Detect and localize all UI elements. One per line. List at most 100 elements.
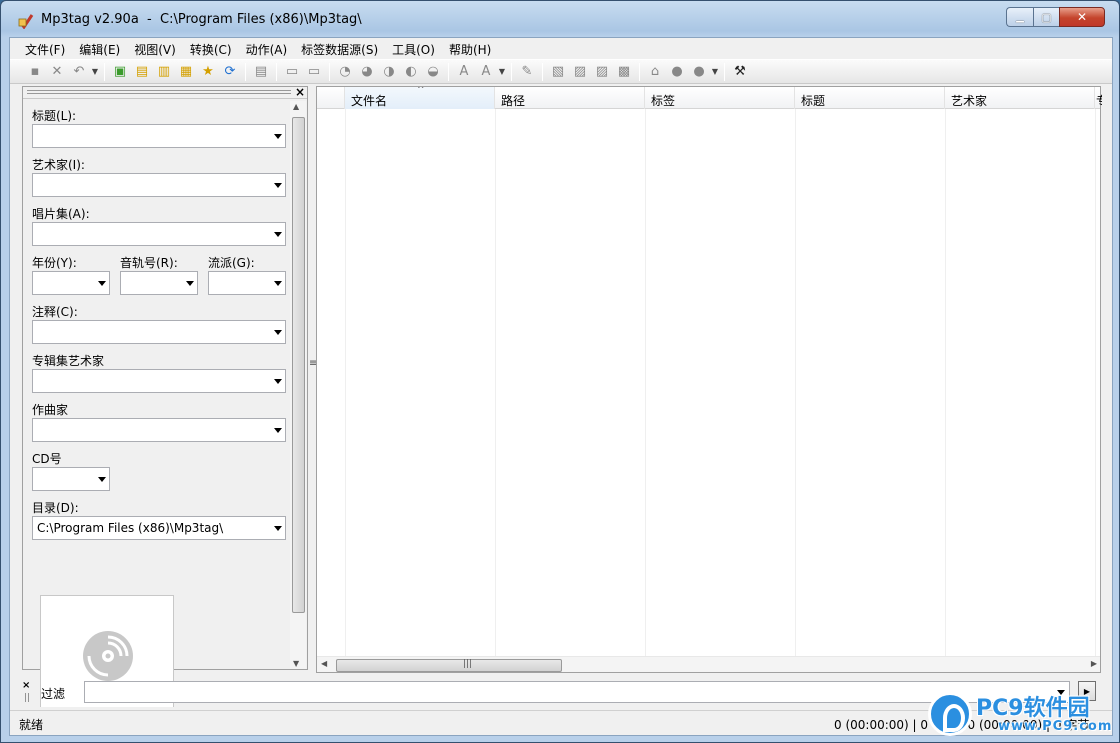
menu-file[interactable]: 文件(F) — [18, 38, 72, 58]
chevron-down-icon[interactable] — [98, 281, 106, 286]
amazon-icon[interactable]: ● — [666, 62, 688, 82]
genre-field[interactable] — [208, 271, 286, 295]
album-artist-field[interactable] — [32, 369, 286, 393]
sources-dropdown-icon[interactable]: ▼ — [710, 67, 720, 76]
tag-to-tag-icon[interactable]: ◐ — [400, 62, 422, 82]
cd-icon — [83, 631, 133, 681]
change-dir-icon[interactable]: ▣ — [109, 62, 131, 82]
track-field[interactable] — [120, 271, 198, 295]
actions-icon[interactable]: ▨ — [569, 62, 591, 82]
favorites-icon[interactable]: ★ — [197, 62, 219, 82]
case-convert-icon[interactable]: A — [453, 62, 475, 82]
filter-grip-icon[interactable]: || — [24, 693, 30, 703]
composer-field[interactable] — [32, 418, 286, 442]
scroll-down-icon[interactable]: ▼ — [293, 659, 299, 668]
scroll-up-icon[interactable]: ▲ — [293, 102, 299, 111]
undo-dropdown-icon[interactable]: ▼ — [90, 67, 100, 76]
font-case-icon[interactable]: A — [475, 62, 497, 82]
column-header-blank[interactable] — [317, 87, 345, 109]
toolbar-separator — [329, 62, 330, 81]
autonumber-icon[interactable]: ◒ — [422, 62, 444, 82]
filter-input[interactable] — [84, 681, 1070, 703]
quick-actions-icon[interactable]: ▨ — [591, 62, 613, 82]
column-header-path[interactable]: 路径 — [495, 87, 645, 109]
chevron-down-icon[interactable] — [186, 281, 194, 286]
discogs-icon[interactable]: ● — [688, 62, 710, 82]
tag-panel-scroll-thumb[interactable] — [292, 117, 305, 613]
playlist-folder-icon[interactable]: ▦ — [175, 62, 197, 82]
save-icon[interactable]: ▪ — [24, 62, 46, 82]
album-field[interactable] — [32, 222, 286, 246]
column-header-artist[interactable]: 艺术家 — [945, 87, 1095, 109]
tag-panel-header[interactable]: × — [23, 85, 307, 99]
comment-field[interactable] — [32, 320, 286, 344]
title-field[interactable] — [32, 124, 286, 148]
toolbar: ▪ ✕ ↶ ▼ ▣ ▤ ▥ ▦ ★ ⟳ ▤ ▭ ▭ ◔ ◕ ◑ ◐ ◒ A A … — [10, 59, 1112, 84]
options-icon[interactable]: ⚒ — [729, 62, 751, 82]
tag-to-filename-icon[interactable]: ◔ — [334, 62, 356, 82]
copy-tag-icon[interactable]: ▭ — [281, 62, 303, 82]
tag-panel-scrollbar[interactable]: ▲ ▼ — [290, 101, 306, 669]
freedb-icon[interactable]: ⌂ — [644, 62, 666, 82]
scroll-right-icon[interactable]: ▶ — [1091, 659, 1097, 668]
text-to-tag-icon[interactable]: ◑ — [378, 62, 400, 82]
column-header-filename[interactable]: ^ 文件名 — [345, 87, 495, 109]
chevron-down-icon[interactable] — [274, 379, 282, 384]
menu-edit[interactable]: 编辑(E) — [72, 38, 127, 58]
album-label: 唱片集(A): — [32, 207, 90, 221]
paste-tag-icon[interactable]: ▭ — [303, 62, 325, 82]
case-dropdown-icon[interactable]: ▼ — [497, 67, 507, 76]
playlist-icon[interactable]: ▤ — [250, 62, 272, 82]
cd-field[interactable] — [32, 467, 110, 491]
column-header-album[interactable]: 专 — [1095, 87, 1102, 109]
toolbar-separator — [448, 62, 449, 81]
column-divider — [945, 109, 946, 659]
comment-label: 注释(C): — [32, 305, 78, 319]
column-label: 标签 — [651, 94, 676, 108]
minimize-button[interactable]: ▁ — [1006, 7, 1033, 27]
maximize-button[interactable]: ▢ — [1033, 7, 1059, 27]
year-field[interactable] — [32, 271, 110, 295]
close-button[interactable]: ✕ — [1059, 7, 1105, 27]
artist-field[interactable] — [32, 173, 286, 197]
panel-splitter[interactable]: ≡ — [309, 86, 317, 670]
tag-panel-close-icon[interactable]: × — [295, 85, 305, 99]
chevron-down-icon[interactable] — [274, 526, 282, 531]
filename-to-tag-icon[interactable]: ◕ — [356, 62, 378, 82]
title-bar[interactable]: Mp3tag v2.90a - C:\Program Files (x86)\M… — [1, 1, 1119, 37]
column-header-title[interactable]: 标题 — [795, 87, 945, 109]
column-header-tag[interactable]: 标签 — [645, 87, 795, 109]
toolbar-separator — [104, 62, 105, 81]
refresh-icon[interactable]: ⟳ — [219, 62, 241, 82]
scroll-left-icon[interactable]: ◀ — [321, 659, 327, 668]
menu-convert[interactable]: 转换(C) — [183, 38, 239, 58]
chevron-down-icon[interactable] — [274, 281, 282, 286]
menu-view[interactable]: 视图(V) — [127, 38, 183, 58]
extended-tags-icon[interactable]: ✎ — [516, 62, 538, 82]
export-icon[interactable]: ▧ — [547, 62, 569, 82]
menu-help[interactable]: 帮助(H) — [442, 38, 498, 58]
menu-tools[interactable]: 工具(O) — [385, 38, 442, 58]
chevron-down-icon[interactable] — [274, 183, 282, 188]
window-title: Mp3tag v2.90a - C:\Program Files (x86)\M… — [41, 12, 362, 27]
menu-actions[interactable]: 动作(A) — [239, 38, 295, 58]
column-label: 专 — [1096, 94, 1102, 108]
add-dir-icon[interactable]: ▤ — [131, 62, 153, 82]
chevron-down-icon[interactable] — [274, 330, 282, 335]
menu-tag-sources[interactable]: 标签数据源(S) — [294, 38, 385, 58]
chevron-down-icon[interactable] — [98, 477, 106, 482]
directory-field[interactable]: C:\Program Files (x86)\Mp3tag\ — [32, 516, 286, 540]
file-list-scroll-thumb[interactable]: ||| — [336, 659, 562, 672]
open-folder-icon[interactable]: ▥ — [153, 62, 175, 82]
column-divider — [345, 109, 346, 659]
chevron-down-icon[interactable] — [274, 232, 282, 237]
file-list-hscrollbar[interactable]: ◀ ||| ▶ — [317, 656, 1100, 672]
chevron-down-icon[interactable] — [274, 134, 282, 139]
file-list[interactable]: ^ 文件名 路径 标签 标题 艺术家 专 ◀ ||| ▶ — [316, 86, 1102, 673]
chevron-down-icon[interactable] — [274, 428, 282, 433]
undo-icon[interactable]: ↶ — [68, 62, 90, 82]
remove-tag-icon[interactable]: ✕ — [46, 62, 68, 82]
filter-close-icon[interactable]: × — [22, 680, 30, 691]
tag-panel-grip[interactable] — [27, 90, 291, 94]
tag-panel-icon[interactable]: ▩ — [613, 62, 635, 82]
